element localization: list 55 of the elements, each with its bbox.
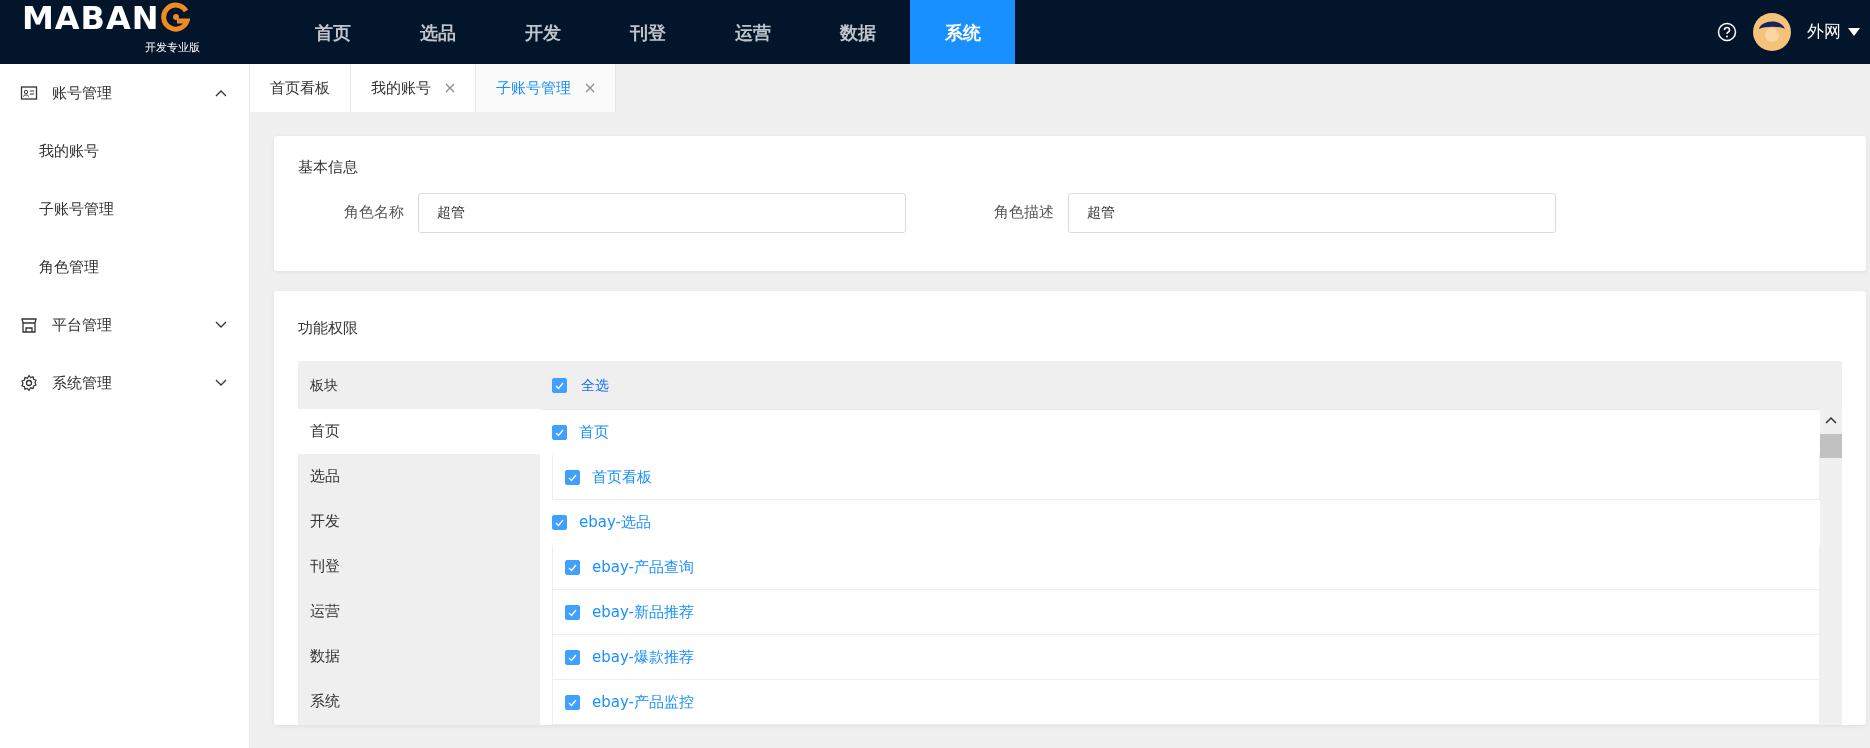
checkbox[interactable] [552,377,567,393]
sidebar-item[interactable]: 我的账号 [0,122,249,180]
sidebar-label: 平台管理 [52,314,113,336]
input-field[interactable]: 超管 [1068,192,1556,233]
sidebar-group[interactable]: 账号管理 [0,64,249,122]
sidebar-label: 账号管理 [52,82,113,104]
section-title: 基本信息 [298,157,359,178]
sidebar-group[interactable]: 平台管理 [0,296,249,354]
module-item[interactable]: 刊登 [298,544,540,589]
module-item[interactable]: 选品 [298,454,540,499]
help-icon[interactable] [1717,22,1737,42]
module-item[interactable]: 数据 [298,634,540,679]
close-icon[interactable] [445,83,455,93]
page-tab[interactable]: 我的账号 [351,64,476,112]
nav-tab[interactable]: 开发 [490,0,595,64]
sidebar-group[interactable]: 系统管理 [0,354,249,412]
scrollbar[interactable] [1820,409,1842,725]
checkbox[interactable] [552,425,567,440]
module-item[interactable]: 首页 [298,409,540,454]
logo-mark-icon [159,1,190,33]
logo-text: MABAN [22,2,160,34]
scrollbar-thumb[interactable] [1820,434,1842,458]
avatar-icon[interactable] [1753,13,1791,51]
module-item[interactable]: 开发 [298,499,540,544]
sidebar-label: 系统管理 [52,372,113,394]
section-title: 功能权限 [298,317,359,339]
nav-tab[interactable]: 选品 [385,0,490,64]
sidebar-item[interactable]: 角色管理 [0,238,249,296]
nav-tab[interactable]: 运营 [700,0,805,64]
checkbox[interactable] [565,559,580,575]
field-label: 角色描述 [993,202,1055,224]
checkbox[interactable] [552,515,567,530]
nav-tab[interactable]: 数据 [805,0,910,64]
store-icon [20,316,38,334]
nav-tab[interactable]: 刊登 [595,0,700,64]
checkbox[interactable] [565,469,580,485]
caret-down-icon[interactable] [1848,28,1860,36]
input-field[interactable]: 超管 [418,192,906,233]
sidebar-item[interactable]: 子账号管理 [0,180,249,238]
checkbox[interactable] [565,649,580,665]
checkbox[interactable] [565,604,580,620]
module-item[interactable]: 运营 [298,589,540,634]
settings-icon [20,374,38,392]
checkbox-label[interactable]: 全选 [581,374,609,396]
page-tab[interactable]: 首页看板 [250,64,351,112]
close-icon[interactable] [585,83,595,93]
edition-label: 开发专业版 [145,40,200,56]
id-card-icon [20,84,38,102]
field-label: 角色名称 [343,202,405,224]
nav-tab[interactable]: 首页 [280,0,385,64]
column-header: 板块 [310,376,338,393]
module-item[interactable]: 系统 [298,679,540,724]
checkbox[interactable] [565,694,580,710]
user-name[interactable]: 外网 [1807,19,1841,45]
chevron-up-icon[interactable] [1825,416,1837,424]
